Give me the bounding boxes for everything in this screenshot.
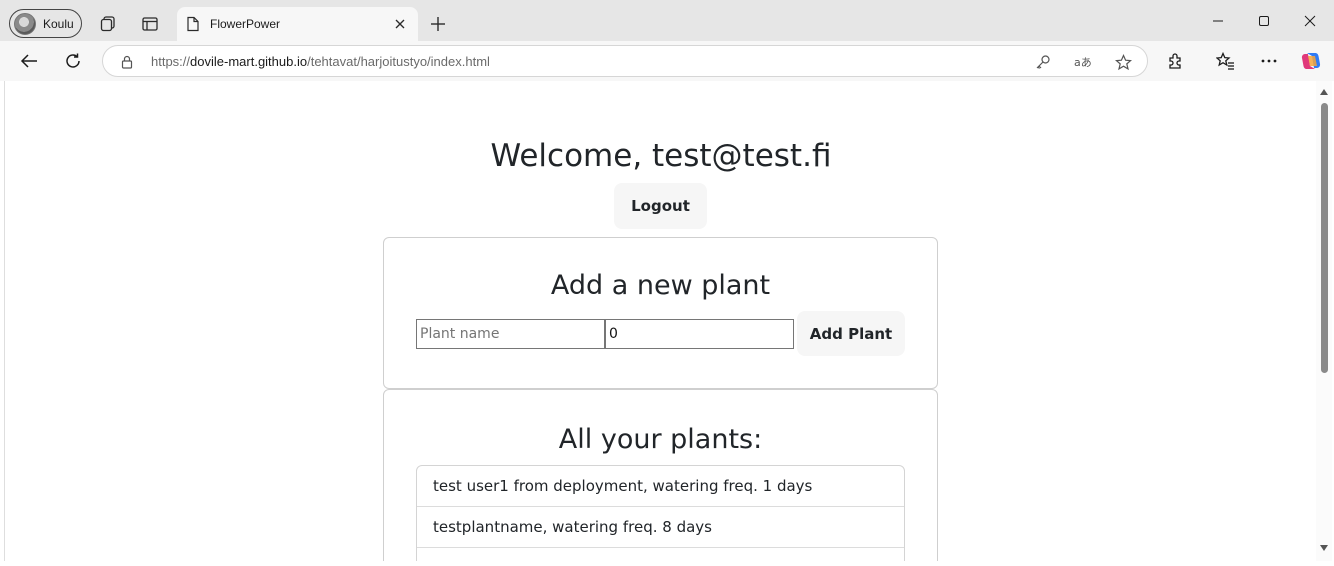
plant-list: test user1 from deployment, watering fre… xyxy=(416,465,905,561)
list-item[interactable]: test user1 from deployment, watering fre… xyxy=(417,466,904,507)
page-content: Welcome, test@test.fi Logout Add a new p… xyxy=(5,81,1317,561)
translate-icon[interactable]: aあ xyxy=(1068,47,1098,77)
tab-strip: Koulu FlowerPower xyxy=(0,0,1334,41)
add-plant-button[interactable]: Add Plant xyxy=(797,311,905,356)
maximize-icon[interactable] xyxy=(1241,6,1287,36)
back-icon[interactable] xyxy=(14,46,44,76)
plant-name-input[interactable]: Plant name xyxy=(416,319,605,349)
key-icon[interactable] xyxy=(1028,47,1058,77)
lock-icon[interactable] xyxy=(112,47,142,77)
close-tab-icon[interactable] xyxy=(388,12,412,36)
page-viewport: Welcome, test@test.fi Logout Add a new p… xyxy=(4,81,1332,561)
url-text[interactable]: https://dovile-mart.github.io/tehtavat/h… xyxy=(151,54,490,69)
minimize-icon[interactable] xyxy=(1195,6,1241,36)
url-host: dovile-mart.github.io xyxy=(190,54,308,69)
welcome-heading: Welcome, test@test.fi xyxy=(490,138,832,174)
url-path: /tehtavat/harjoitustyo/index.html xyxy=(307,54,490,69)
list-item[interactable]: testplantname, watering freq. 8 days xyxy=(417,507,904,548)
address-bar[interactable]: https://dovile-mart.github.io/tehtavat/h… xyxy=(102,45,1148,77)
new-tab-icon[interactable] xyxy=(423,9,453,39)
refresh-icon[interactable] xyxy=(58,46,88,76)
vertical-tabs-icon[interactable] xyxy=(135,9,165,39)
scroll-up-icon[interactable] xyxy=(1319,87,1329,97)
more-options-icon[interactable] xyxy=(1254,46,1284,76)
url-prefix: https:// xyxy=(151,54,191,69)
vertical-scrollbar[interactable] xyxy=(1316,81,1332,561)
svg-text:aあ: aあ xyxy=(1074,56,1092,69)
favorites-icon[interactable] xyxy=(1210,46,1240,76)
profile-button[interactable]: Koulu xyxy=(9,9,82,38)
navigation-bar: https://dovile-mart.github.io/tehtavat/h… xyxy=(0,41,1334,81)
scroll-thumb[interactable] xyxy=(1321,103,1328,373)
watering-frequency-input[interactable]: 0 xyxy=(605,319,794,349)
avatar xyxy=(14,12,36,35)
plant-list-card: All your plants: test user1 from deploym… xyxy=(383,389,938,561)
logout-button[interactable]: Logout xyxy=(614,183,707,229)
plant-list-title: All your plants: xyxy=(558,424,763,455)
browser-window: Koulu FlowerPower https://dovile-mart.gi… xyxy=(0,0,1334,566)
page-icon xyxy=(187,16,199,32)
scroll-down-icon[interactable] xyxy=(1319,543,1329,553)
close-window-icon[interactable] xyxy=(1287,6,1333,36)
favorite-star-icon[interactable] xyxy=(1108,47,1138,77)
workspaces-icon[interactable] xyxy=(93,9,123,39)
extensions-icon[interactable] xyxy=(1161,46,1191,76)
profile-label: Koulu xyxy=(43,16,74,31)
add-plant-card: Add a new plant Plant name 0 Add Plant xyxy=(383,237,938,389)
tab-flowerpower[interactable]: FlowerPower xyxy=(177,7,418,41)
list-item[interactable] xyxy=(417,548,904,561)
tab-title: FlowerPower xyxy=(210,17,281,31)
copilot-icon[interactable] xyxy=(1296,46,1326,76)
add-plant-title: Add a new plant xyxy=(550,270,771,301)
